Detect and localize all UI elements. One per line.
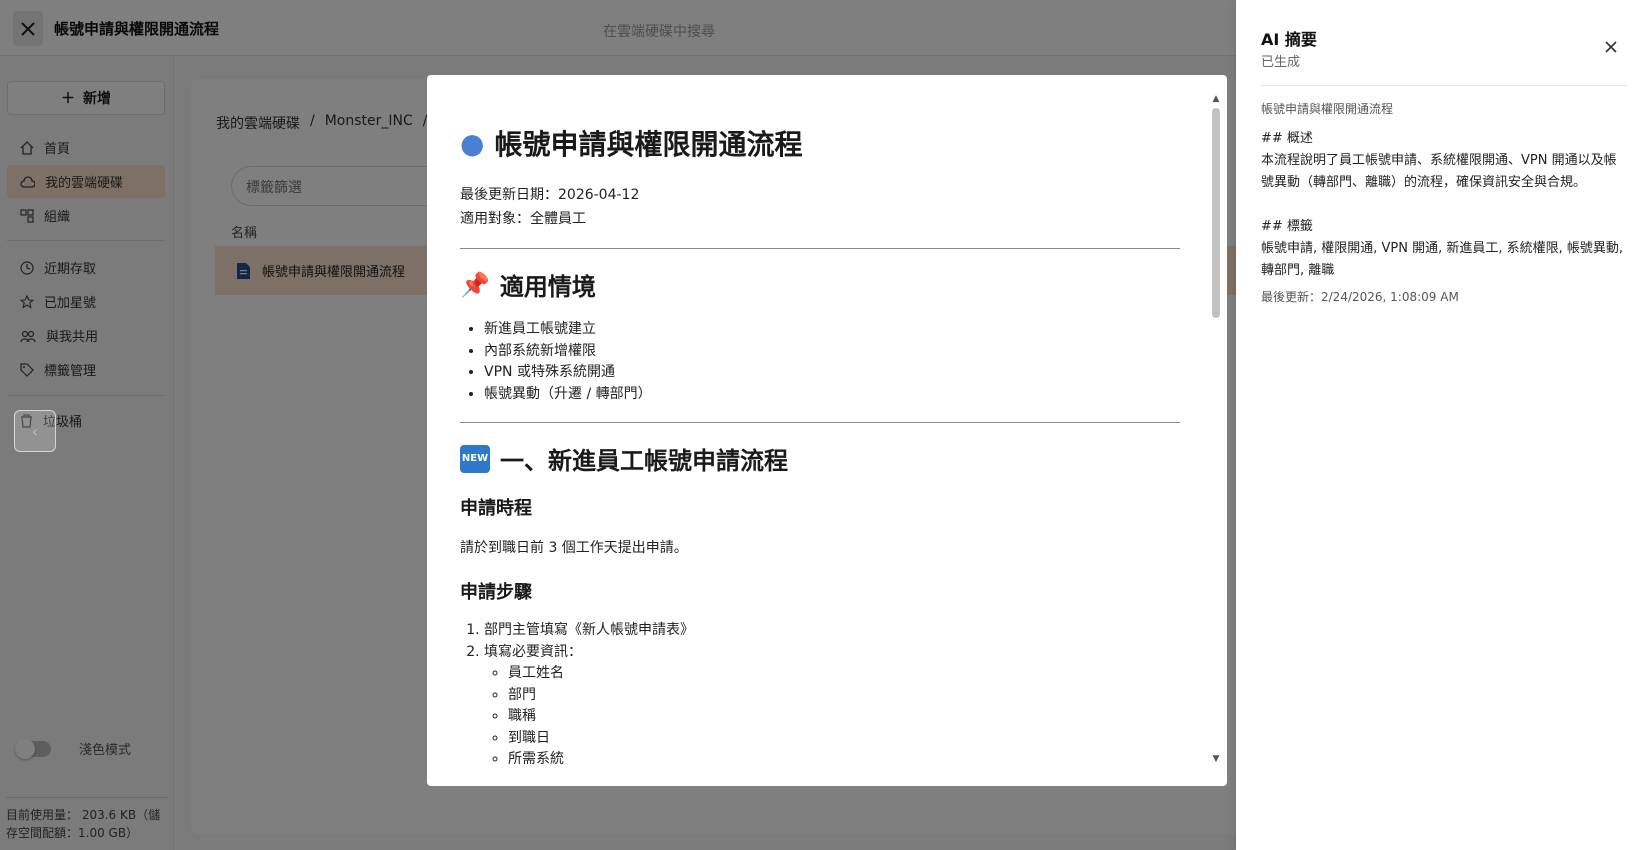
list-item: 職稱	[508, 706, 1180, 728]
scenario-list: 新進員工帳號建立 內部系統新增權限 VPN 或特殊系統開通 帳號異動（升遷 / …	[460, 319, 1180, 405]
divider	[460, 248, 1180, 249]
ai-summary-panel: AI 摘要 已生成 帳號申請與權限開通流程 ## 概述 本流程說明了員工帳號申請…	[1236, 0, 1651, 850]
overview-heading: ## 概述	[1261, 131, 1313, 146]
new-badge-icon: NEW	[460, 444, 490, 473]
scroll-down-arrow-icon[interactable]: ▼	[1210, 753, 1222, 765]
list-item: 員工姓名	[508, 663, 1180, 685]
scrollbar[interactable]: ▲ ▼	[1210, 93, 1222, 768]
list-item: 帳號異動（升遷 / 轉部門）	[484, 384, 1180, 406]
pushpin-icon: 📌	[460, 270, 490, 299]
document-preview-modal: ● 帳號申請與權限開通流程 最後更新日期：2026-04-12 適用對象：全體員…	[427, 75, 1227, 786]
list-item: 內部系統新增權限	[484, 341, 1180, 363]
steps-list: 部門主管填寫《新人帳號申請表》 填寫必要資訊： 員工姓名 部門 職稱 到職日 所…	[460, 620, 1180, 771]
subheading: 申請時程	[460, 498, 532, 519]
section-heading-text: 適用情境	[499, 273, 596, 301]
divider	[460, 422, 1180, 423]
section-heading: NEW 一、新進員工帳號申請流程	[460, 441, 1180, 476]
document-title: ● 帳號申請與權限開通流程	[460, 123, 1180, 163]
subheading: 申請步驟	[460, 582, 532, 603]
list-item: 所需系統	[508, 749, 1180, 771]
list-item-text: 填寫必要資訊：	[484, 643, 582, 660]
tags-heading: ## 標籤	[1261, 219, 1313, 234]
close-icon	[1605, 41, 1617, 53]
list-item: 部門主管填寫《新人帳號申請表》	[484, 620, 1180, 642]
ai-summary-title: AI 摘要	[1261, 30, 1317, 49]
document-updated: 最後更新日期：2026-04-12	[460, 187, 640, 203]
list-item: VPN 或特殊系統開通	[484, 362, 1180, 384]
list-item: 新進員工帳號建立	[484, 319, 1180, 341]
ai-summary-updated: 最後更新：2/24/2026, 1:08:09 AM	[1261, 290, 1459, 304]
overview-text: 本流程說明了員工帳號申請、系統權限開通、VPN 開通以及帳號異動（轉部門、離職）…	[1261, 153, 1617, 190]
chevron-left-icon: ‹	[31, 421, 39, 441]
ai-document-name: 帳號申請與權限開通流程	[1261, 102, 1394, 116]
ai-panel-close-button[interactable]	[1600, 36, 1622, 58]
previous-file-button[interactable]: ‹	[14, 410, 56, 452]
section-heading-text: 一、新進員工帳號申請流程	[500, 447, 788, 475]
scroll-thumb[interactable]	[1212, 108, 1220, 318]
divider	[1261, 85, 1627, 86]
ai-summary-status: 已生成	[1261, 55, 1301, 70]
tags-text: 帳號申請, 權限開通, VPN 開通, 新進員工, 系統權限, 帳號異動, 轉部…	[1261, 241, 1624, 278]
scroll-up-arrow-icon[interactable]: ▲	[1210, 93, 1222, 105]
list-item: 填寫必要資訊： 員工姓名 部門 職稱 到職日 所需系統	[484, 642, 1180, 771]
document-audience: 適用對象：全體員工	[460, 211, 586, 227]
document-content: ● 帳號申請與權限開通流程 最後更新日期：2026-04-12 適用對象：全體員…	[460, 75, 1180, 786]
ai-summary-body: ## 概述 本流程說明了員工帳號申請、系統權限開通、VPN 開通以及帳號異動（轉…	[1261, 128, 1627, 282]
person-icon: ●	[460, 126, 485, 160]
document-title-text: 帳號申請與權限開通流程	[494, 128, 803, 161]
required-info-list: 員工姓名 部門 職稱 到職日 所需系統	[484, 663, 1180, 771]
section-heading: 📌 適用情境	[460, 267, 1180, 302]
list-item: 到職日	[508, 728, 1180, 750]
paragraph: 請於到職日前 3 個工作天提出申請。	[460, 540, 688, 556]
list-item: 部門	[508, 685, 1180, 707]
